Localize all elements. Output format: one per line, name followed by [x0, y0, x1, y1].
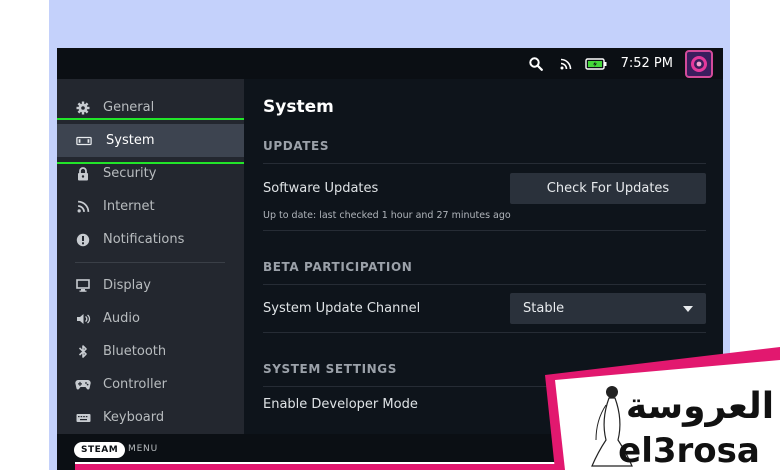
settings-sidebar: General System Security Internet Notific…	[57, 79, 246, 434]
page-title: System	[263, 97, 334, 117]
settings-content: System UPDATES Software Updates Check Fo…	[244, 79, 723, 470]
divider	[263, 163, 706, 164]
lock-icon	[75, 166, 91, 182]
sidebar-item-controller[interactable]: Controller	[57, 368, 244, 401]
divider	[263, 332, 706, 333]
gear-icon	[75, 100, 91, 116]
update-status-text: Up to date: last checked 1 hour and 27 m…	[263, 210, 511, 221]
speaker-icon	[75, 311, 91, 327]
keyboard-icon	[75, 410, 91, 426]
sidebar-item-label: Security	[103, 166, 157, 181]
dropdown-value: Stable	[523, 301, 565, 316]
alert-icon	[75, 232, 91, 248]
sidebar-item-label: General	[103, 100, 155, 115]
section-heading-system-settings: SYSTEM SETTINGS	[263, 362, 397, 376]
monitor-icon	[75, 278, 91, 294]
sidebar-divider	[75, 262, 225, 263]
divider	[263, 386, 706, 387]
sidebar-item-label: Internet	[103, 199, 155, 214]
bottom-bar: STEAM MENU	[57, 434, 723, 470]
sidebar-item-label: Bluetooth	[103, 344, 167, 359]
sidebar-item-label: Audio	[103, 311, 140, 326]
divider	[263, 284, 706, 285]
sidebar-item-display[interactable]: Display	[57, 269, 244, 302]
clock: 7:52 PM	[620, 56, 673, 71]
avatar[interactable]	[685, 49, 713, 78]
selection-highlight	[57, 118, 246, 164]
page: 7:52 PM General System Security Internet…	[0, 0, 780, 470]
sidebar-item-keyboard[interactable]: Keyboard	[57, 401, 244, 434]
sidebar-item-label: Notifications	[103, 232, 185, 247]
divider	[263, 230, 706, 231]
steam-button[interactable]: STEAM	[74, 442, 126, 458]
rss-icon	[555, 53, 577, 75]
section-heading-beta: BETA PARTICIPATION	[263, 260, 413, 274]
gamepad-icon	[75, 377, 91, 393]
sidebar-item-internet[interactable]: Internet	[57, 190, 244, 223]
sidebar-item-audio[interactable]: Audio	[57, 302, 244, 335]
update-channel-label: System Update Channel	[263, 301, 421, 316]
sidebar-item-notifications[interactable]: Notifications	[57, 223, 244, 256]
sidebar-item-label: Display	[103, 278, 151, 293]
chevron-down-icon	[683, 301, 693, 316]
menu-label: MENU	[128, 444, 158, 454]
status-bar: 7:52 PM	[57, 48, 723, 79]
software-updates-label: Software Updates	[263, 181, 379, 196]
steam-deck-screen: 7:52 PM General System Security Internet…	[57, 48, 723, 470]
developer-mode-label: Enable Developer Mode	[263, 397, 418, 412]
section-heading-updates: UPDATES	[263, 139, 330, 153]
search-icon[interactable]	[525, 53, 547, 75]
sidebar-item-bluetooth[interactable]: Bluetooth	[57, 335, 244, 368]
sidebar-item-label: Controller	[103, 377, 167, 392]
update-channel-dropdown[interactable]: Stable	[510, 293, 706, 324]
sidebar-item-label: Keyboard	[103, 410, 165, 425]
bluetooth-icon	[75, 344, 91, 360]
check-for-updates-button[interactable]: Check For Updates	[510, 173, 706, 204]
wifi-icon	[75, 199, 91, 215]
battery-icon	[584, 53, 607, 75]
